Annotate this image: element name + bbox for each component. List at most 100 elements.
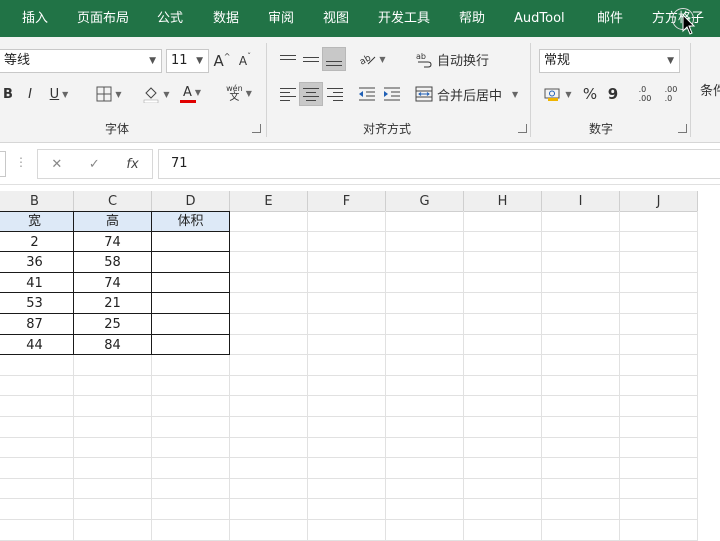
table-cell[interactable] — [152, 293, 230, 314]
table-cell[interactable]: 25 — [74, 314, 152, 335]
empty-cell[interactable] — [620, 211, 698, 232]
empty-cell[interactable] — [230, 211, 308, 232]
table-cell[interactable] — [152, 252, 230, 273]
empty-cell[interactable] — [308, 520, 386, 541]
table-cell[interactable]: 53 — [0, 293, 74, 314]
menu-help[interactable]: 帮助 — [459, 0, 485, 37]
phonetic-button[interactable]: wén 文 ▼ — [222, 81, 256, 105]
empty-cell[interactable] — [464, 396, 542, 417]
empty-cell[interactable] — [620, 478, 698, 500]
empty-cell[interactable] — [230, 499, 308, 520]
empty-cell[interactable] — [542, 231, 620, 253]
decrease-indent-button[interactable] — [356, 82, 378, 106]
empty-cell[interactable] — [386, 396, 464, 417]
table-header-cell[interactable]: 高 — [74, 211, 152, 232]
menu-formulas[interactable]: 公式 — [157, 0, 183, 37]
font-color-button[interactable]: A ▼ — [176, 82, 208, 106]
table-cell[interactable]: 21 — [74, 293, 152, 314]
empty-cell[interactable] — [386, 417, 464, 438]
empty-cell[interactable] — [464, 272, 542, 294]
empty-cell[interactable] — [464, 293, 542, 314]
italic-button[interactable]: I — [22, 82, 38, 106]
empty-cell[interactable] — [464, 211, 542, 232]
empty-cell[interactable] — [308, 272, 386, 294]
menu-page-layout[interactable]: 页面布局 — [77, 0, 129, 37]
empty-cell[interactable] — [620, 252, 698, 273]
empty-cell[interactable] — [464, 334, 542, 356]
table-cell[interactable]: 74 — [74, 272, 152, 294]
empty-cell[interactable] — [464, 375, 542, 397]
empty-cell[interactable] — [386, 520, 464, 541]
empty-cell[interactable] — [308, 355, 386, 376]
empty-cell[interactable] — [620, 272, 698, 294]
empty-cell[interactable] — [308, 231, 386, 253]
empty-cell[interactable] — [230, 293, 308, 314]
increase-decimal-button[interactable]: .0 .00 — [634, 82, 656, 106]
empty-cell[interactable] — [152, 520, 230, 541]
empty-cell[interactable] — [230, 231, 308, 253]
empty-cell[interactable] — [308, 499, 386, 520]
empty-cell[interactable] — [74, 478, 152, 500]
font-dialog-launcher-icon[interactable] — [252, 124, 261, 133]
column-header-j[interactable]: J — [620, 191, 698, 212]
menu-insert[interactable]: 插入 — [22, 0, 48, 37]
empty-cell[interactable] — [386, 211, 464, 232]
underline-button[interactable]: U ▼ — [46, 82, 72, 106]
empty-cell[interactable] — [308, 437, 386, 459]
table-cell[interactable]: 44 — [0, 334, 74, 356]
empty-cell[interactable] — [230, 396, 308, 417]
empty-cell[interactable] — [152, 458, 230, 479]
empty-cell[interactable] — [230, 375, 308, 397]
empty-cell[interactable] — [386, 499, 464, 520]
empty-cell[interactable] — [386, 334, 464, 356]
number-format-dropdown[interactable]: 常规 ▼ — [539, 49, 680, 73]
menu-mail[interactable]: 邮件 — [597, 0, 623, 37]
empty-cell[interactable] — [152, 499, 230, 520]
empty-cell[interactable] — [308, 478, 386, 500]
wrap-text-button[interactable]: ab 自动换行 — [415, 47, 495, 71]
empty-cell[interactable] — [230, 272, 308, 294]
empty-cell[interactable] — [620, 396, 698, 417]
empty-cell[interactable] — [230, 314, 308, 335]
empty-cell[interactable] — [74, 520, 152, 541]
alignment-dialog-launcher-icon[interactable] — [518, 124, 527, 133]
empty-cell[interactable] — [152, 417, 230, 438]
empty-cell[interactable] — [230, 355, 308, 376]
merge-center-button[interactable]: 合并后居中 ▼ — [415, 82, 523, 106]
empty-cell[interactable] — [0, 437, 74, 459]
orientation-button[interactable]: ab ▼ — [356, 47, 388, 71]
empty-cell[interactable] — [386, 437, 464, 459]
empty-cell[interactable] — [152, 478, 230, 500]
empty-cell[interactable] — [308, 334, 386, 356]
empty-cell[interactable] — [74, 355, 152, 376]
empty-cell[interactable] — [386, 272, 464, 294]
empty-cell[interactable] — [230, 520, 308, 541]
empty-cell[interactable] — [0, 499, 74, 520]
empty-cell[interactable] — [386, 478, 464, 500]
empty-cell[interactable] — [230, 417, 308, 438]
empty-cell[interactable] — [620, 520, 698, 541]
table-header-cell[interactable]: 体积 — [152, 211, 230, 232]
column-header-f[interactable]: F — [308, 191, 386, 212]
table-cell[interactable]: 36 — [0, 252, 74, 273]
empty-cell[interactable] — [0, 375, 74, 397]
empty-cell[interactable] — [620, 231, 698, 253]
percent-style-button[interactable]: % — [581, 82, 599, 106]
empty-cell[interactable] — [542, 293, 620, 314]
empty-cell[interactable] — [230, 334, 308, 356]
align-center-button[interactable] — [299, 82, 323, 106]
empty-cell[interactable] — [542, 417, 620, 438]
number-dialog-launcher-icon[interactable] — [678, 124, 687, 133]
empty-cell[interactable] — [230, 458, 308, 479]
empty-cell[interactable] — [74, 396, 152, 417]
column-header-c[interactable]: C — [74, 191, 152, 212]
empty-cell[interactable] — [308, 293, 386, 314]
empty-cell[interactable] — [0, 520, 74, 541]
empty-cell[interactable] — [620, 314, 698, 335]
menu-developer[interactable]: 开发工具 — [378, 0, 430, 37]
empty-cell[interactable] — [464, 499, 542, 520]
empty-cell[interactable] — [0, 396, 74, 417]
empty-cell[interactable] — [0, 355, 74, 376]
empty-cell[interactable] — [464, 437, 542, 459]
empty-cell[interactable] — [308, 417, 386, 438]
